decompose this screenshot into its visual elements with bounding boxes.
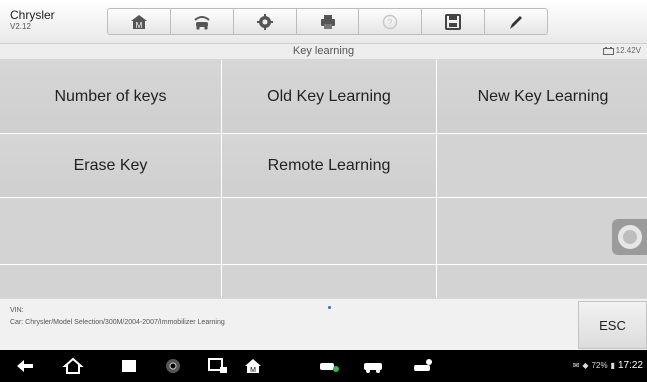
vehicle-swap-button[interactable]: [171, 9, 234, 34]
battery-level: 72%: [591, 361, 608, 370]
menu-item-new-key-learning[interactable]: New Key Learning: [437, 60, 647, 133]
page-title: Key learning: [292, 45, 355, 57]
home-button[interactable]: M: [108, 9, 171, 34]
footer-bar: VIN: Car: Chrysler/Model Selection/300M/…: [0, 298, 647, 350]
page-indicator-dot: [328, 306, 331, 309]
empty-cell: [0, 265, 221, 301]
car-icon[interactable]: [362, 357, 384, 375]
app-version: V2.12: [10, 22, 31, 31]
help-icon: ?: [383, 14, 398, 29]
remote-car-icon[interactable]: [412, 357, 434, 375]
vehicle-swap-icon: [194, 15, 210, 30]
empty-cell: [437, 265, 647, 301]
android-nav-bar: M ✉ ◆ 72% ▮ 17:22: [0, 350, 647, 382]
back-icon[interactable]: [14, 357, 36, 375]
empty-cell: [222, 198, 436, 264]
battery-icon: [602, 46, 614, 55]
status-area: ✉ ◆ 72% ▮ 17:22: [573, 360, 643, 371]
home-nav-icon[interactable]: [62, 357, 84, 375]
empty-cell: [437, 134, 647, 197]
help-button[interactable]: ?: [359, 9, 423, 34]
floating-assist-button[interactable]: [612, 219, 647, 255]
home-icon: M: [130, 14, 147, 30]
svg-text:?: ?: [388, 17, 393, 27]
vehicle-service-icon[interactable]: [318, 357, 340, 375]
menu-item-erase-key[interactable]: Erase Key: [0, 134, 221, 197]
empty-cell: [0, 198, 221, 264]
function-menu-grid: Number of keys Old Key Learning New Key …: [0, 60, 647, 301]
menu-item-number-of-keys[interactable]: Number of keys: [0, 60, 221, 133]
wifi-icon: ◆: [582, 361, 589, 370]
print-icon: [320, 14, 335, 29]
vehicle-path: Car: Chrysler/Model Selection/300M/2004-…: [10, 319, 225, 326]
title-bar: Key learning 12.42V: [0, 44, 647, 60]
save-icon: [445, 13, 462, 30]
screen-switch-icon[interactable]: [207, 357, 229, 375]
voltage-indicator: 12.42V: [602, 46, 641, 55]
esc-button[interactable]: ESC: [578, 301, 647, 349]
menu-item-remote-learning[interactable]: Remote Learning: [222, 134, 436, 197]
top-toolbar: Chrysler V2.12 M ?: [0, 0, 647, 44]
clock: 17:22: [617, 360, 643, 371]
assist-circle-icon: [618, 225, 642, 249]
empty-cell: [222, 265, 436, 301]
settings-button[interactable]: [234, 9, 297, 34]
recent-apps-icon[interactable]: [118, 357, 140, 375]
message-icon: ✉: [572, 361, 580, 370]
save-button[interactable]: [422, 9, 486, 34]
toolbar-button-group: M ?: [107, 8, 548, 35]
battery-status-icon: ▮: [610, 361, 615, 370]
svg-text:M: M: [136, 21, 143, 30]
svg-text:M: M: [250, 367, 256, 374]
chrome-icon[interactable]: [162, 357, 184, 375]
voltage-value: 12.42V: [615, 46, 641, 55]
pen-icon: [510, 15, 523, 29]
settings-icon: [256, 13, 273, 30]
brand: Chrysler V2.12: [10, 9, 55, 32]
autel-home-icon[interactable]: M: [242, 357, 264, 375]
print-button[interactable]: [297, 9, 360, 34]
vin-label: VIN:: [10, 307, 24, 314]
menu-item-old-key-learning[interactable]: Old Key Learning: [222, 60, 436, 133]
app-name: Chrysler: [10, 8, 55, 22]
pen-button[interactable]: [485, 9, 547, 34]
